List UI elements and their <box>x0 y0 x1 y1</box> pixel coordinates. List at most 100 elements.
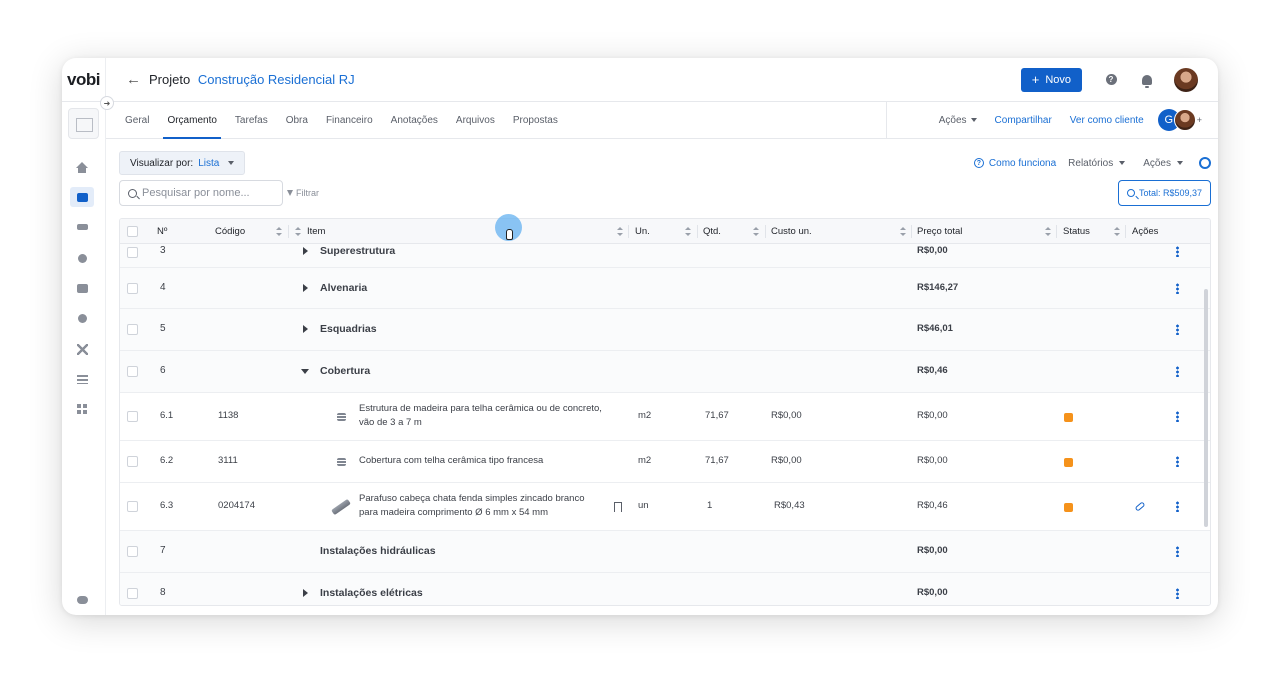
row-checkbox[interactable] <box>127 324 138 335</box>
search-input[interactable] <box>142 187 270 199</box>
table-row[interactable]: 6 Cobertura R$0,46 <box>120 351 1210 393</box>
add-member-icon[interactable]: + <box>1197 115 1202 125</box>
gear-icon[interactable] <box>1199 157 1211 169</box>
team-avatars[interactable]: G + <box>1157 109 1202 131</box>
share-link[interactable]: Compartilhar <box>995 115 1052 126</box>
row-checkbox[interactable] <box>127 247 138 258</box>
header-unit[interactable]: Un. <box>635 219 650 244</box>
row-total: R$0,00 <box>917 410 948 421</box>
row-unit: m2 <box>638 455 652 466</box>
sidebar-item-finance[interactable] <box>70 308 94 328</box>
sort-icon[interactable] <box>685 227 691 236</box>
expand-icon[interactable] <box>303 589 308 597</box>
bell-icon <box>1142 74 1152 88</box>
header-unit-cost[interactable]: Custo un. <box>771 219 812 244</box>
select-all-checkbox[interactable] <box>127 226 138 237</box>
breadcrumb-prefix: Projeto <box>149 72 191 87</box>
row-checkbox[interactable] <box>127 411 138 422</box>
header-total-price[interactable]: Preço total <box>917 219 962 244</box>
project-actions-dropdown[interactable]: Ações <box>939 115 977 126</box>
collapse-icon[interactable] <box>301 369 309 374</box>
breadcrumb-project[interactable]: Construção Residencial RJ <box>198 72 355 87</box>
filter-button[interactable]: Filtrar <box>287 188 319 198</box>
header-num[interactable]: Nº <box>157 219 167 244</box>
sidebar-item-projects[interactable] <box>70 187 94 207</box>
how-it-works-link[interactable]: ? Como funciona <box>973 158 1056 169</box>
tab-geral[interactable]: Geral <box>124 102 158 138</box>
expand-icon[interactable] <box>303 284 308 292</box>
view-as-client-link[interactable]: Ver como cliente <box>1070 115 1144 126</box>
sort-icon[interactable] <box>276 227 282 236</box>
expand-icon[interactable] <box>303 325 308 333</box>
row-checkbox[interactable] <box>127 501 138 512</box>
table-row[interactable]: 6.2 3111 Cobertura com telha cerâmica ti… <box>120 441 1210 483</box>
tab-tarefas[interactable]: Tarefas <box>226 102 277 138</box>
project-thumbnail[interactable] <box>68 108 99 139</box>
tab-orcamento[interactable]: Orçamento <box>158 102 225 139</box>
table-row[interactable]: 6.3 0204174 Parafuso cabeça chata fenda … <box>120 483 1210 531</box>
sort-icon[interactable] <box>753 227 759 236</box>
user-avatar[interactable] <box>1174 67 1198 92</box>
new-button-label: Novo <box>1045 73 1071 86</box>
tab-obra[interactable]: Obra <box>277 102 317 138</box>
header-code[interactable]: Código <box>215 219 245 244</box>
more-vertical-icon[interactable] <box>1176 546 1179 557</box>
vobi-logo[interactable]: vobi <box>62 58 106 102</box>
back-arrow-icon[interactable]: ← <box>126 71 141 88</box>
sidebar-item-list[interactable] <box>70 369 94 389</box>
table-row[interactable]: 8 Instalações elétricas R$0,00 <box>120 573 1210 605</box>
sort-icon[interactable] <box>617 227 623 236</box>
expand-icon[interactable] <box>303 247 308 255</box>
tab-arquivos[interactable]: Arquivos <box>447 102 504 138</box>
sort-icon[interactable] <box>900 227 906 236</box>
sort-icon[interactable] <box>1045 227 1051 236</box>
table-row[interactable]: 6.1 1138 Estrutura de madeira para telha… <box>120 393 1210 441</box>
actions-dropdown[interactable]: Ações <box>1143 158 1183 169</box>
more-vertical-icon[interactable] <box>1176 324 1179 335</box>
row-checkbox[interactable] <box>127 366 138 377</box>
total-button[interactable]: Total: R$509,37 <box>1117 180 1211 206</box>
more-vertical-icon[interactable] <box>1176 366 1179 377</box>
sidebar-item-tools[interactable] <box>70 339 94 359</box>
status-badge[interactable] <box>1064 458 1073 467</box>
tab-propostas[interactable]: Propostas <box>504 102 567 138</box>
table-row[interactable]: 5 Esquadrias R$46,01 <box>120 309 1210 351</box>
new-button[interactable]: + Novo <box>1020 67 1082 92</box>
sidebar-item-inventory[interactable] <box>70 278 94 298</box>
header-item[interactable]: Item <box>307 219 325 244</box>
tab-anotacoes[interactable]: Anotações <box>382 102 447 138</box>
sidebar-item-deals[interactable] <box>70 217 94 237</box>
more-vertical-icon[interactable] <box>1176 246 1179 257</box>
reports-dropdown[interactable]: Relatórios <box>1068 158 1126 169</box>
tab-financeiro[interactable]: Financeiro <box>317 102 382 138</box>
status-badge[interactable] <box>1064 503 1073 512</box>
table-row[interactable]: 4 Alvenaria R$146,27 <box>120 268 1210 309</box>
table-scrollbar[interactable] <box>1204 289 1208 527</box>
view-by-dropdown[interactable]: Visualizar por: Lista <box>119 151 246 175</box>
more-vertical-icon[interactable] <box>1176 411 1179 422</box>
row-checkbox[interactable] <box>127 588 138 599</box>
more-vertical-icon[interactable] <box>1176 588 1179 599</box>
sidebar-item-chat[interactable] <box>70 590 94 610</box>
row-checkbox[interactable] <box>127 283 138 294</box>
notifications-button[interactable] <box>1140 73 1154 88</box>
more-vertical-icon[interactable] <box>1176 501 1179 512</box>
more-vertical-icon[interactable] <box>1176 283 1179 294</box>
sort-icon[interactable] <box>1114 227 1120 236</box>
header-status[interactable]: Status <box>1063 219 1090 244</box>
table-row[interactable]: 7 Instalações hidráulicas R$0,00 <box>120 531 1210 573</box>
bookmark-icon[interactable] <box>614 502 622 512</box>
more-vertical-icon[interactable] <box>1176 456 1179 467</box>
budget-table: Nº Código Item Un. Qtd. Custo un. Preço … <box>119 218 1211 606</box>
status-badge[interactable] <box>1064 413 1073 422</box>
row-checkbox[interactable] <box>127 456 138 467</box>
table-row[interactable]: 3 Superestrutura R$0,00 <box>120 244 1210 268</box>
row-checkbox[interactable] <box>127 546 138 557</box>
expand-all-icon[interactable] <box>295 227 301 236</box>
sidebar-item-home[interactable] <box>70 157 94 177</box>
help-button[interactable]: ? <box>1104 73 1118 87</box>
link-icon[interactable] <box>1134 501 1146 512</box>
header-qty[interactable]: Qtd. <box>703 219 721 244</box>
sidebar-item-schedule[interactable] <box>70 248 94 268</box>
sidebar-item-apps[interactable] <box>70 399 94 419</box>
